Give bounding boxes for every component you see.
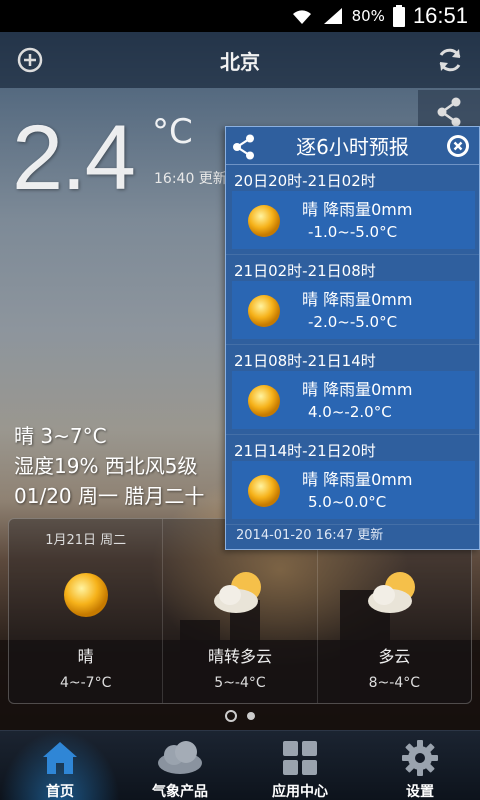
date-line: 01/20 周一 腊月二十 [14, 484, 205, 508]
popup-share-button[interactable] [232, 134, 256, 164]
forecast-date: 1月21日 周二 [45, 533, 127, 548]
popup-update-time: 2014-01-20 16:47 更新 [236, 528, 384, 543]
status-time: 16:51 [412, 3, 468, 28]
status-bar: 80% 16:51 [0, 0, 480, 32]
app-header: 北京 [0, 32, 480, 88]
period-time: 20日20时-21日02时 [234, 172, 376, 190]
period-condition: 晴 降雨量0mm [302, 200, 413, 219]
nav-settings[interactable]: 设置 [360, 731, 480, 800]
battery-percent: 80% [351, 7, 385, 25]
wifi-icon [290, 6, 314, 26]
sunny-icon [248, 205, 280, 237]
current-temperature: 2.4 [12, 107, 136, 209]
partly-cloudy-icon [210, 567, 270, 623]
today-condition: 晴 3~7°C [14, 424, 107, 448]
period-body: 晴 降雨量0mm 4.0~-2.0°C [232, 371, 475, 429]
period-range: 5.0~0.0°C [308, 493, 387, 511]
update-time: 16:40 更新 [154, 171, 227, 187]
period-time: 21日14时-21日20时 [234, 442, 376, 460]
period-condition: 晴 降雨量0mm [302, 380, 413, 399]
bottom-navigation: 首页 气象产品 应用中心 设置 [0, 730, 480, 800]
grid-icon [283, 741, 317, 775]
forecast-period: 21日02时-21日08时 晴 降雨量0mm -2.0~-5.0°C [226, 255, 479, 345]
six-hour-forecast-popup: 逐6小时预报 20日20时-21日02时 晴 降雨量0mm -1.0~-5.0°… [225, 126, 480, 550]
page-dot-active [225, 710, 237, 722]
period-time: 21日08时-21日14时 [234, 352, 376, 370]
forecast-condition: 晴 [77, 647, 94, 666]
signal-icon [322, 6, 344, 26]
popup-title: 逐6小时预报 [296, 135, 409, 159]
partly-cloudy-icon [364, 567, 424, 623]
nav-home[interactable]: 首页 [0, 731, 120, 800]
refresh-button[interactable] [434, 44, 466, 76]
battery-icon [392, 5, 405, 27]
forecast-range: 5~-4°C [214, 675, 266, 691]
sunny-icon [248, 475, 280, 507]
forecast-range: 8~-4°C [368, 675, 420, 691]
nav-label: 应用中心 [272, 784, 328, 800]
forecast-condition: 晴转多云 [207, 647, 272, 666]
period-range: -1.0~-5.0°C [308, 223, 398, 241]
home-icon [43, 742, 77, 774]
share-icon [233, 134, 254, 160]
nav-label: 首页 [46, 784, 74, 800]
city-title: 北京 [220, 49, 260, 74]
sunny-icon [58, 567, 114, 627]
period-body: 晴 降雨量0mm -2.0~-5.0°C [232, 281, 475, 339]
share-icon [437, 97, 461, 127]
page-dot [247, 712, 255, 720]
forecast-range: 4~-7°C [59, 675, 112, 691]
add-city-button[interactable] [14, 44, 46, 76]
forecast-period: 21日08时-21日14时 晴 降雨量0mm 4.0~-2.0°C [226, 345, 479, 435]
forecast-condition: 多云 [378, 647, 411, 666]
forecast-day[interactable]: 1月21日 周二 晴 4~-7°C [9, 519, 164, 703]
cloud-icon [158, 741, 202, 774]
period-condition: 晴 降雨量0mm [302, 290, 413, 309]
nav-label: 气象产品 [152, 784, 208, 800]
forecast-period: 21日14时-21日20时 晴 降雨量0mm 5.0~0.0°C [226, 435, 479, 525]
period-body: 晴 降雨量0mm -1.0~-5.0°C [232, 191, 475, 249]
period-range: 4.0~-2.0°C [308, 403, 392, 421]
period-condition: 晴 降雨量0mm [302, 470, 413, 489]
gear-icon [402, 740, 438, 776]
period-range: -2.0~-5.0°C [308, 313, 398, 331]
nav-weather-products[interactable]: 气象产品 [120, 731, 240, 800]
period-body: 晴 降雨量0mm 5.0~0.0°C [232, 461, 475, 519]
forecast-period: 20日20时-21日02时 晴 降雨量0mm -1.0~-5.0°C [226, 165, 479, 255]
sunny-icon [248, 295, 280, 327]
popup-header: 逐6小时预报 [226, 127, 479, 165]
close-icon [447, 135, 469, 157]
page-indicator [0, 710, 480, 722]
add-icon [17, 47, 43, 73]
nav-label: 设置 [406, 784, 434, 800]
nav-app-center[interactable]: 应用中心 [240, 731, 360, 800]
period-time: 21日02时-21日08时 [234, 262, 376, 280]
temperature-unit: °C [152, 112, 193, 152]
sunny-icon [248, 385, 280, 417]
humidity-wind: 湿度19% 西北风5级 [14, 454, 198, 478]
popup-close-button[interactable] [445, 133, 471, 163]
refresh-icon [439, 48, 461, 72]
